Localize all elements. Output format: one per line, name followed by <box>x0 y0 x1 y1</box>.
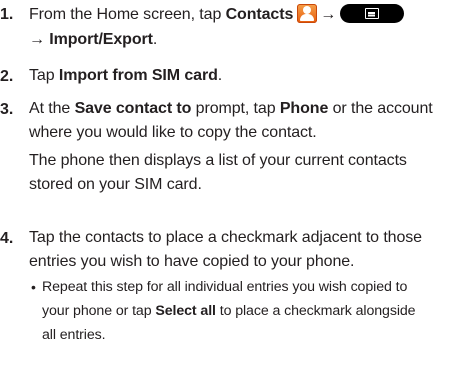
import-from-sim-label: Import from SIM card <box>58 67 218 84</box>
menu-key-icon <box>340 4 405 23</box>
step-number: 3. <box>0 101 14 118</box>
step-4-sub-line-1: Repeat this step for all individual entr… <box>42 279 408 295</box>
phone-label: Phone <box>279 100 329 117</box>
step-number: 1. <box>0 6 14 23</box>
step-4-line-1: Tap the contacts to place a checkmark ad… <box>29 229 422 246</box>
save-contact-to-label: Save contact to <box>74 100 192 117</box>
step-1-line-2: → Import/Export. <box>29 31 158 48</box>
step-4-line-2: entries you wish to have copied to your … <box>29 253 355 270</box>
contacts-label: Contacts <box>225 6 294 23</box>
step-4-sub-line-3: all entries. <box>42 327 106 343</box>
contacts-icon <box>297 4 318 23</box>
instruction-document: 1. From the Home screen, tap Contacts → →… <box>0 0 474 365</box>
bullet-icon: • <box>31 279 36 295</box>
step-3-line-4: stored on your SIM card. <box>29 176 202 193</box>
import-export-label: Import/Export <box>49 31 153 48</box>
step-3-line-2: where you would like to copy the contact… <box>29 124 317 141</box>
step-3-line-3: The phone then displays a list of your c… <box>29 152 407 169</box>
select-all-label: Select all <box>155 303 216 319</box>
arrow-icon: → <box>29 31 45 48</box>
step-1-line-1: From the Home screen, tap Contacts → <box>29 4 405 25</box>
step-3-line-1: At the Save contact to prompt, tap Phone… <box>29 100 433 117</box>
step-2-line-1: Tap Import from SIM card. <box>29 67 223 84</box>
arrow-icon: → <box>320 6 337 23</box>
step-4-sub-line-2: your phone or tap Select all to place a … <box>42 303 416 319</box>
step-number: 2. <box>0 68 14 85</box>
step-number: 4. <box>0 230 14 247</box>
